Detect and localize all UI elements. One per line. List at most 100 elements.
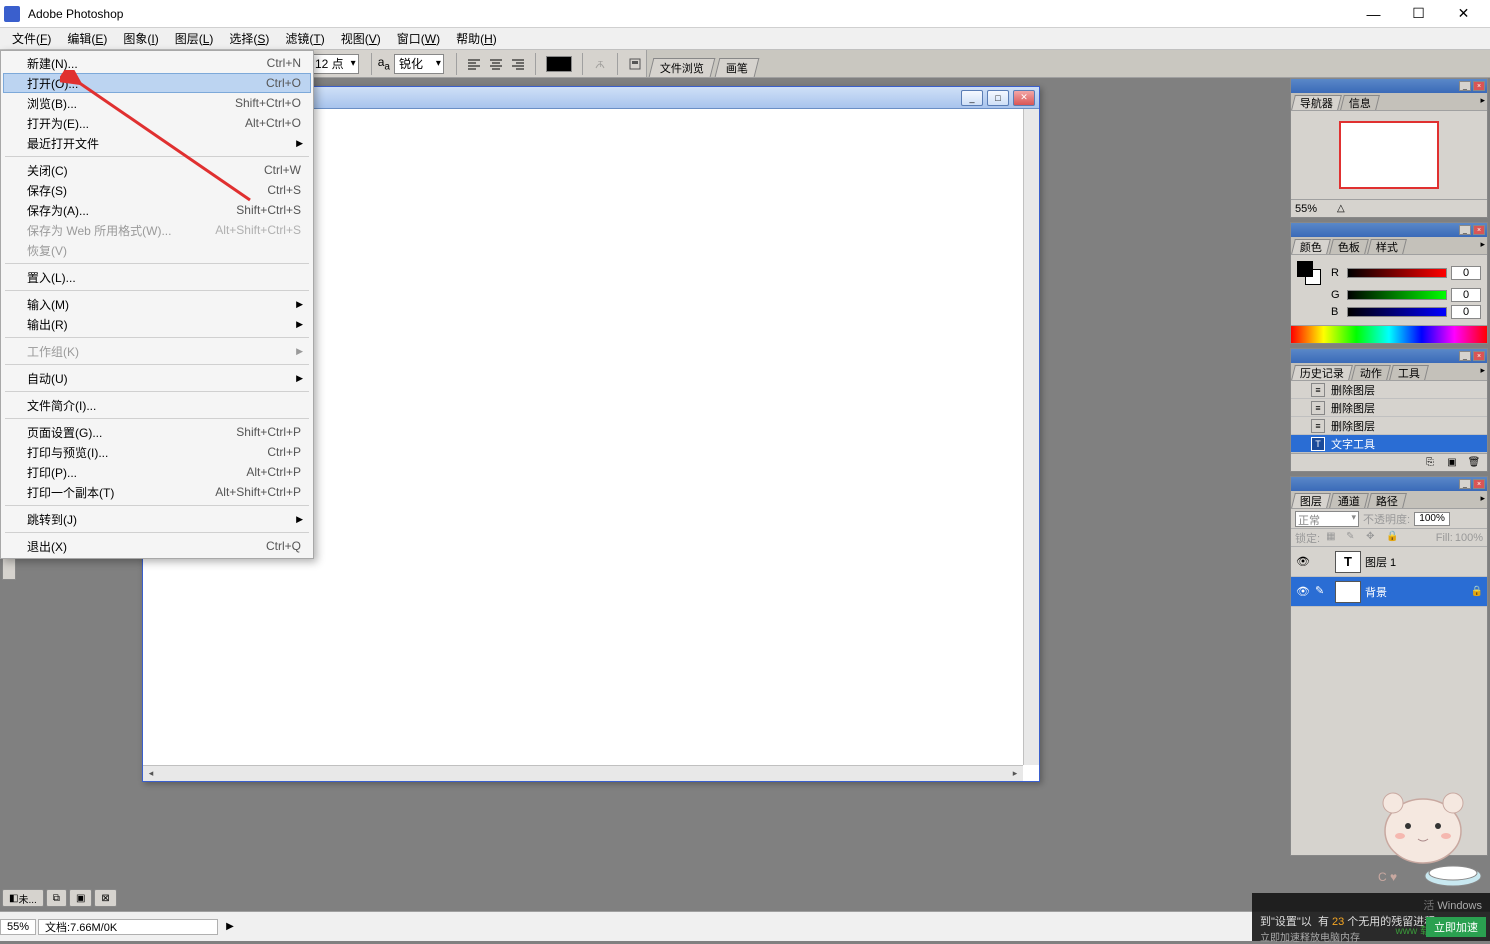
tile-windows-button[interactable]: ▣	[69, 889, 92, 907]
layers-tab[interactable]: 图层	[1291, 493, 1331, 508]
styles-tab[interactable]: 样式	[1367, 239, 1407, 254]
menu-v[interactable]: 视图(V)	[333, 28, 389, 49]
g-value[interactable]: 0	[1451, 288, 1481, 302]
menu-item[interactable]: 打印(P)...Alt+Ctrl+P	[3, 462, 311, 482]
panel-menu-icon[interactable]: ▸	[1480, 493, 1485, 504]
lock-transparency-icon[interactable]: ▦	[1326, 531, 1340, 545]
status-menu-icon[interactable]: ▶	[220, 921, 240, 932]
menu-item[interactable]: 自动(U)▶	[3, 368, 311, 388]
new-snapshot-icon[interactable]: ⎘	[1423, 456, 1437, 470]
close-all-button[interactable]: ⊠	[94, 889, 116, 907]
align-center-icon[interactable]	[485, 53, 507, 75]
new-document-icon[interactable]: ▣	[1445, 456, 1459, 470]
warp-text-icon[interactable]: T	[589, 53, 611, 75]
task-item[interactable]: ◧ 未...	[2, 889, 44, 907]
menu-item[interactable]: 打印一个副本(T)Alt+Shift+Ctrl+P	[3, 482, 311, 502]
color-tab[interactable]: 颜色	[1291, 239, 1331, 254]
menu-f[interactable]: 文件(F)	[4, 28, 59, 49]
panel-minimize-button[interactable]: _	[1459, 225, 1471, 235]
link-icon[interactable]	[1315, 554, 1331, 570]
panel-menu-icon[interactable]: ▸	[1480, 239, 1485, 250]
menu-item[interactable]: 关闭(C)Ctrl+W	[3, 160, 311, 180]
layer-thumbnail[interactable]: T	[1335, 551, 1361, 573]
menu-item[interactable]: 页面设置(G)...Shift+Ctrl+P	[3, 422, 311, 442]
r-value[interactable]: 0	[1451, 266, 1481, 280]
navigator-thumbnail[interactable]	[1339, 121, 1439, 189]
visibility-toggle-icon[interactable]: 👁	[1295, 554, 1311, 570]
link-icon[interactable]: ✎	[1315, 584, 1331, 600]
g-slider[interactable]	[1347, 290, 1447, 300]
b-slider[interactable]	[1347, 307, 1447, 317]
menu-t[interactable]: 滤镜(T)	[277, 28, 332, 49]
foreground-background-swatch[interactable]	[1297, 261, 1321, 285]
zoom-out-icon[interactable]: △	[1337, 203, 1345, 214]
menu-h[interactable]: 帮助(H)	[448, 28, 505, 49]
minimize-button[interactable]: —	[1351, 0, 1396, 28]
trash-icon[interactable]: 🗑	[1467, 456, 1481, 470]
history-item[interactable]: ≡删除图层	[1291, 417, 1487, 435]
menu-item[interactable]: 保存为(A)...Shift+Ctrl+S	[3, 200, 311, 220]
menu-i[interactable]: 图象(I)	[115, 28, 166, 49]
text-color-swatch[interactable]	[546, 56, 572, 72]
scroll-right-icon[interactable]: ▸	[1007, 767, 1023, 781]
panel-menu-icon[interactable]: ▸	[1480, 95, 1485, 106]
panel-menu-icon[interactable]: ▸	[1480, 365, 1485, 376]
lock-paint-icon[interactable]: ✎	[1346, 531, 1360, 545]
menu-item[interactable]: 浏览(B)...Shift+Ctrl+O	[3, 93, 311, 113]
menu-l[interactable]: 图层(L)	[167, 28, 222, 49]
panel-minimize-button[interactable]: _	[1459, 81, 1471, 91]
layer-thumbnail[interactable]	[1335, 581, 1361, 603]
history-tab[interactable]: 历史记录	[1291, 365, 1353, 380]
menu-w[interactable]: 窗口(W)	[389, 28, 448, 49]
maximize-button[interactable]: ☐	[1396, 0, 1441, 28]
doc-minimize-button[interactable]: _	[961, 90, 983, 106]
accelerate-button[interactable]: 立即加速	[1426, 917, 1486, 937]
navigator-zoom[interactable]: 55%	[1295, 203, 1317, 215]
panel-close-button[interactable]: ×	[1473, 225, 1485, 235]
layer-row[interactable]: 👁T图层 1	[1291, 547, 1487, 577]
swatches-tab[interactable]: 色板	[1329, 239, 1369, 254]
tools-tab[interactable]: 工具	[1389, 365, 1429, 380]
panel-close-button[interactable]: ×	[1473, 81, 1485, 91]
scroll-left-icon[interactable]: ◂	[143, 767, 159, 781]
file-browser-tab[interactable]: 文件浏览	[649, 58, 716, 77]
menu-item[interactable]: 跳转到(J)▶	[3, 509, 311, 529]
blend-mode-select[interactable]: 正常	[1295, 511, 1359, 527]
history-item[interactable]: ≡删除图层	[1291, 381, 1487, 399]
menu-item[interactable]: 输出(R)▶	[3, 314, 311, 334]
align-right-icon[interactable]	[507, 53, 529, 75]
layer-row[interactable]: 👁✎背景🔒	[1291, 577, 1487, 607]
menu-item[interactable]: 打开为(E)...Alt+Ctrl+O	[3, 113, 311, 133]
menu-item[interactable]: 最近打开文件▶	[3, 133, 311, 153]
panel-close-button[interactable]: ×	[1473, 351, 1485, 361]
doc-close-button[interactable]: ✕	[1013, 90, 1035, 106]
close-button[interactable]: ✕	[1441, 0, 1486, 28]
info-tab[interactable]: 信息	[1340, 95, 1380, 110]
menu-item[interactable]: 保存(S)Ctrl+S	[3, 180, 311, 200]
menu-item[interactable]: 新建(N)...Ctrl+N	[3, 53, 311, 73]
history-item[interactable]: T文字工具	[1291, 435, 1487, 453]
status-doc-info[interactable]: 文档:7.66M/0K	[38, 919, 218, 935]
font-size-select[interactable]: 12 点	[310, 54, 359, 74]
menu-item[interactable]: 退出(X)Ctrl+Q	[3, 536, 311, 556]
opacity-value[interactable]: 100%	[1414, 512, 1450, 526]
status-zoom[interactable]: 55%	[0, 919, 36, 935]
menu-item[interactable]: 置入(L)...	[3, 267, 311, 287]
paths-tab[interactable]: 路径	[1367, 493, 1407, 508]
channels-tab[interactable]: 通道	[1329, 493, 1369, 508]
actions-tab[interactable]: 动作	[1351, 365, 1391, 380]
fill-value[interactable]: 100%	[1455, 532, 1483, 544]
menu-item[interactable]: 打印与预览(I)...Ctrl+P	[3, 442, 311, 462]
align-left-icon[interactable]	[463, 53, 485, 75]
visibility-toggle-icon[interactable]: 👁	[1295, 584, 1311, 600]
r-slider[interactable]	[1347, 268, 1447, 278]
navigator-tab[interactable]: 导航器	[1291, 95, 1342, 110]
lock-position-icon[interactable]: ✥	[1366, 531, 1380, 545]
cascade-windows-button[interactable]: ⧉	[46, 889, 67, 907]
brushes-tab[interactable]: 画笔	[715, 58, 760, 77]
menu-s[interactable]: 选择(S)	[221, 28, 277, 49]
antialias-select[interactable]: 锐化	[394, 54, 444, 74]
doc-maximize-button[interactable]: □	[987, 90, 1009, 106]
menu-e[interactable]: 编辑(E)	[59, 28, 115, 49]
panel-minimize-button[interactable]: _	[1459, 479, 1471, 489]
